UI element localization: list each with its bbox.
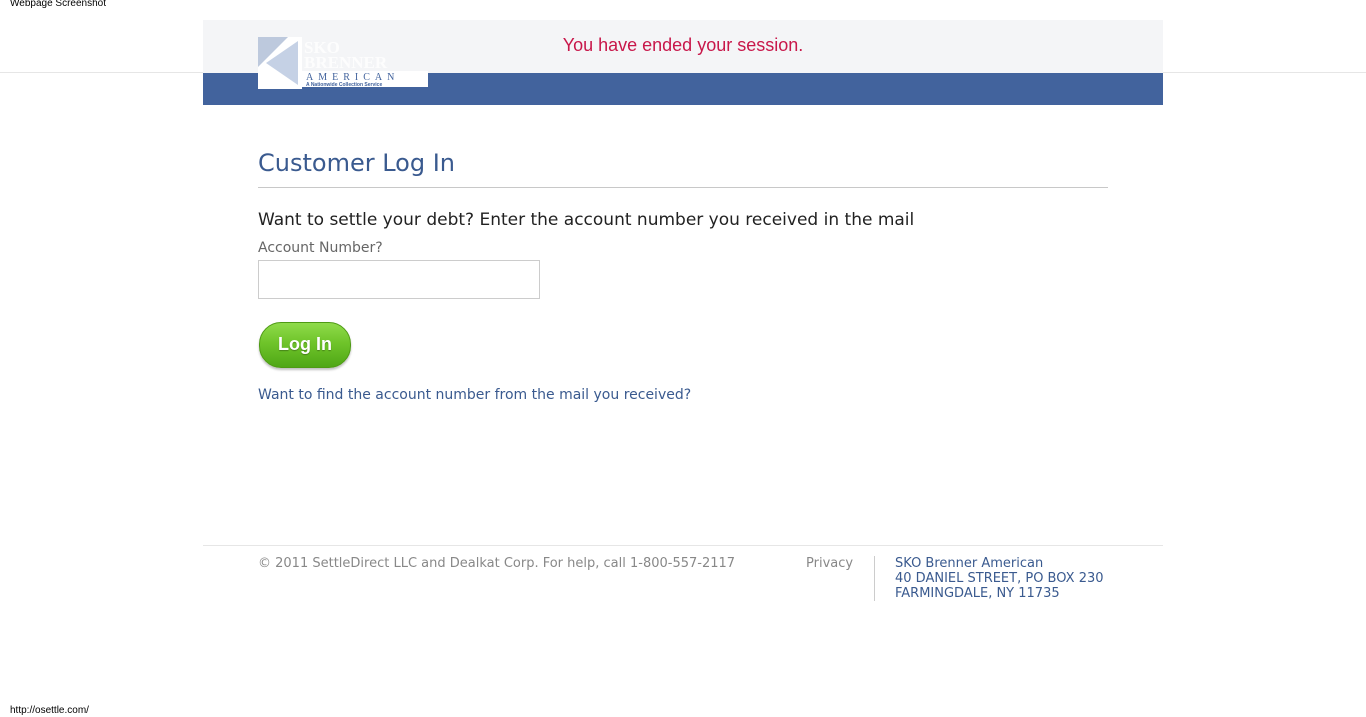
- sko-brenner-logo: SKO BRENNER AMERICAN A Nationwide Collec…: [258, 37, 428, 89]
- account-number-input[interactable]: [258, 260, 540, 299]
- privacy-link[interactable]: Privacy: [806, 556, 853, 571]
- company-address: SKO Brenner American 40 DANIEL STREET, P…: [895, 556, 1104, 601]
- account-number-label: Account Number?: [258, 240, 383, 256]
- settle-prompt: Want to settle your debt? Enter the acco…: [258, 210, 915, 230]
- footer-vertical-divider: [874, 556, 875, 601]
- address-city: FARMINGDALE, NY 11735: [895, 586, 1060, 601]
- site-header: You have ended your session. SKO BRENNER…: [203, 20, 1163, 105]
- address-company: SKO Brenner American: [895, 556, 1044, 571]
- footer-divider: [203, 545, 1163, 546]
- copyright-text: © 2011 SettleDirect LLC and Dealkat Corp…: [258, 556, 736, 571]
- login-button[interactable]: Log In: [259, 322, 351, 368]
- logo-tagline: A Nationwide Collection Service: [306, 82, 382, 88]
- print-url-label: http://osettle.com/: [10, 705, 89, 716]
- page-title: Customer Log In: [258, 149, 455, 177]
- title-divider: [258, 187, 1108, 188]
- find-account-number-link[interactable]: Want to find the account number from the…: [258, 387, 691, 403]
- address-street: 40 DANIEL STREET, PO BOX 230: [895, 571, 1104, 586]
- print-header-label: Webpage Screenshot: [10, 0, 106, 9]
- logo-line2: BRENNER: [304, 53, 388, 72]
